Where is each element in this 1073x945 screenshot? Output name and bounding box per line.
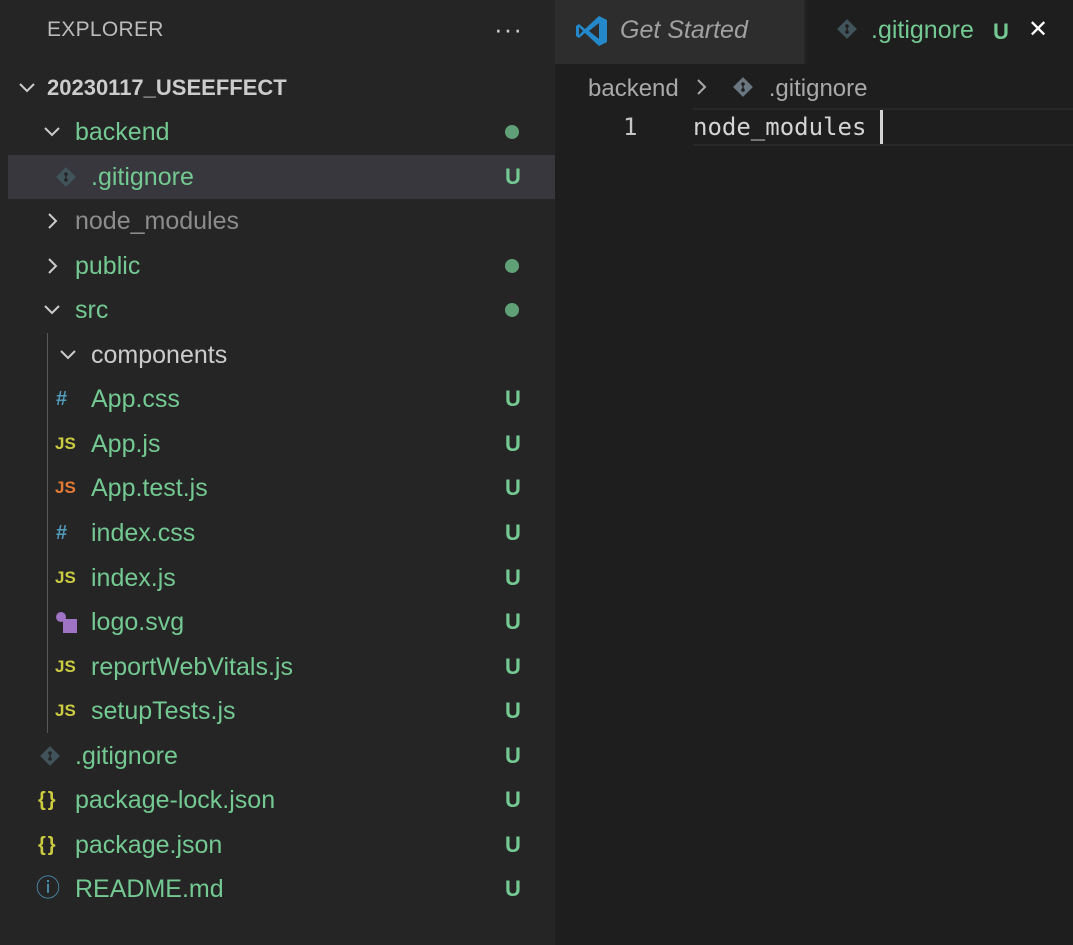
tree-file-index-js[interactable]: JS index.js U [0,556,555,600]
tree-file-package-lock-json[interactable]: {} package-lock.json U [0,778,555,822]
untracked-badge: U [505,787,521,812]
tab-untracked-badge: U [993,19,1009,44]
chevron-right-icon [41,210,63,232]
tree-file-logo-svg[interactable]: logo.svg U [0,600,555,644]
js-icon: JS [55,434,76,453]
explorer-title: EXPLORER [47,18,164,41]
chevron-right-icon [691,76,713,98]
tab-label: Get Started [620,16,748,44]
svg-icon [54,609,80,635]
tree-item-label: package-lock.json [75,786,276,814]
tree-file-app-css[interactable]: # App.css U [0,377,555,421]
editor-tab-bar: Get Started .gitignore U ✕ [555,0,1073,64]
modified-dot [505,125,519,139]
git-icon [37,743,63,769]
untracked-badge: U [505,743,521,768]
root-folder-label: 20230117_USEEFFECT [47,75,287,100]
tree-item-label: setupTests.js [91,697,236,725]
tree-item-label: src [75,296,109,324]
chevron-down-icon [41,299,63,321]
text-cursor [880,110,883,144]
tree-item-label: backend [75,118,170,146]
tree-folder-src[interactable]: src [0,288,555,332]
chevron-down-icon [57,344,79,366]
tree-item-label: package.json [75,831,223,859]
git-icon [834,16,860,42]
untracked-badge: U [505,609,521,634]
js-icon: JS [55,701,76,720]
untracked-badge: U [505,654,521,679]
tree-item-label: .gitignore [75,742,178,770]
json-icon: {} [38,789,58,811]
tree-file-report-web-vitals[interactable]: JS reportWebVitals.js U [0,645,555,689]
tab-gitignore[interactable]: .gitignore U ✕ [806,0,1073,64]
tree-file-package-json[interactable]: {} package.json U [0,823,555,867]
code-line[interactable]: node_modules [693,113,866,141]
css-icon: # [56,388,68,410]
tree-folder-components[interactable]: components [0,333,555,377]
code-editor[interactable]: 1 node_modules [555,108,1073,945]
tree-item-label: App.test.js [91,474,208,502]
more-actions-button[interactable]: ··· [494,16,523,42]
tree-item-label: components [91,341,228,369]
tab-get-started[interactable]: Get Started [555,0,804,64]
close-icon[interactable]: ✕ [1028,15,1048,45]
tree-item-label: .gitignore [91,163,194,191]
tree-file-app-js[interactable]: JS App.js U [0,422,555,466]
tree-item-label: index.js [91,564,176,592]
untracked-badge: U [505,520,521,545]
breadcrumb-file[interactable]: .gitignore [769,75,868,102]
chevron-down-icon [16,77,38,99]
tab-label: .gitignore [871,16,974,44]
info-icon: ⓘ [36,875,60,902]
chevron-down-icon [41,121,63,143]
tree-item-label: README.md [75,875,224,903]
js-icon: JS [55,657,76,676]
tree-file-backend-gitignore[interactable]: .gitignore U [8,155,555,199]
line-number: 1 [623,113,638,141]
tree-root-folder[interactable]: 20230117_USEEFFECT [0,66,555,110]
tree-item-label: public [75,252,141,280]
tree-folder-node-modules[interactable]: node_modules [0,199,555,243]
tree-item-label: App.js [91,430,161,458]
tree-item-label: node_modules [75,207,240,235]
tree-file-app-test-js[interactable]: JS App.test.js U [0,466,555,510]
tree-item-label: App.css [91,385,180,413]
untracked-badge: U [505,876,521,901]
vscode-logo-icon [575,14,609,48]
git-icon [730,74,756,100]
breadcrumb-folder[interactable]: backend [588,75,679,102]
tree-file-setup-tests[interactable]: JS setupTests.js U [0,689,555,733]
git-icon [53,164,79,190]
breadcrumb: backend .gitignore [588,74,868,104]
untracked-badge: U [505,431,521,456]
tree-folder-backend[interactable]: backend [0,110,555,154]
untracked-badge: U [505,386,521,411]
explorer-sidebar: EXPLORER ··· 20230117_USEEFFECT backend … [0,0,555,945]
untracked-badge: U [505,164,521,189]
tree-file-root-gitignore[interactable]: .gitignore U [0,734,555,778]
css-icon: # [56,522,68,544]
modified-dot [505,259,519,273]
untracked-badge: U [505,475,521,500]
js-icon: JS [55,568,76,587]
chevron-right-icon [41,255,63,277]
untracked-badge: U [505,698,521,723]
tree-item-label: reportWebVitals.js [91,653,293,681]
modified-dot [505,303,519,317]
tree-file-readme[interactable]: ⓘ README.md U [0,867,555,911]
explorer-header: EXPLORER ··· [0,0,555,60]
test-js-icon: JS [55,478,76,497]
untracked-badge: U [505,832,521,857]
json-icon: {} [38,834,58,856]
tree-folder-public[interactable]: public [0,244,555,288]
tree-item-label: logo.svg [91,608,185,636]
untracked-badge: U [505,565,521,590]
tree-file-index-css[interactable]: # index.css U [0,511,555,555]
tree-item-label: index.css [91,519,196,547]
